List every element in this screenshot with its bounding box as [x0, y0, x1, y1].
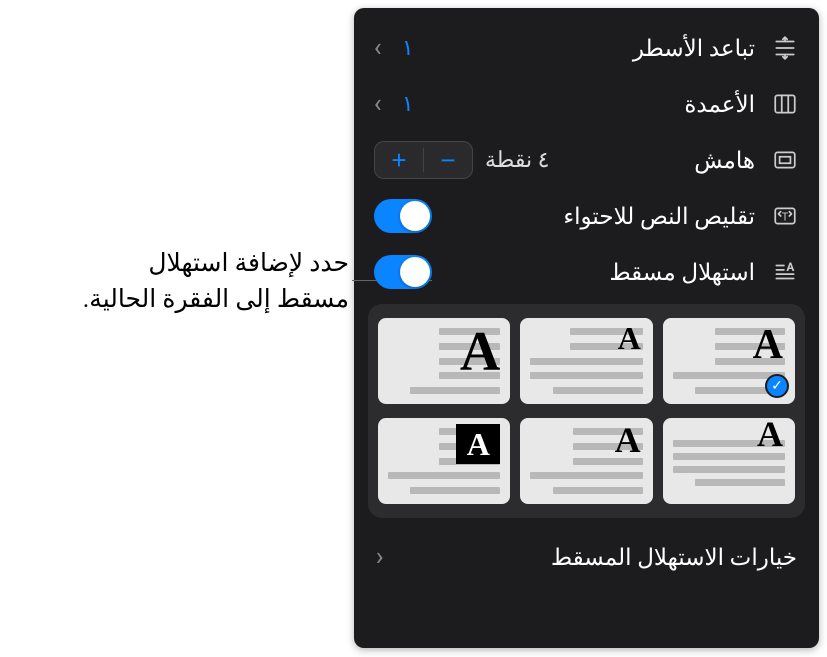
- margin-label: هامش: [694, 147, 755, 174]
- drop-cap-style-3[interactable]: A: [378, 318, 510, 404]
- columns-value: ١: [402, 92, 414, 117]
- drop-cap-options-label: خيارات الاستهلال المسقط: [551, 544, 797, 571]
- cap-letter: A: [618, 322, 641, 354]
- line-spacing-row[interactable]: تباعد الأسطر › ١: [354, 20, 819, 76]
- drop-cap-row: A استهلال مسقط: [354, 244, 819, 300]
- line-spacing-label: تباعد الأسطر: [633, 35, 755, 62]
- columns-row[interactable]: الأعمدة › ١: [354, 76, 819, 132]
- text-format-panel: تباعد الأسطر › ١ الأعمدة › ١ هامش: [354, 8, 819, 648]
- drop-cap-label: استهلال مسقط: [609, 259, 755, 286]
- shrink-text-icon: T: [771, 203, 799, 229]
- drop-cap-options-row[interactable]: خيارات الاستهلال المسقط ›: [354, 528, 819, 586]
- cap-letter: A: [757, 418, 783, 452]
- columns-icon: [771, 91, 799, 117]
- callout-line-2: مسقط إلى الفقرة الحالية.: [83, 282, 349, 318]
- drop-cap-toggle[interactable]: [374, 255, 432, 289]
- chevron-left-icon: ›: [376, 542, 384, 572]
- margin-row: هامش + − ٤ نقطة: [354, 132, 819, 188]
- margin-icon: [771, 147, 799, 173]
- drop-cap-style-5[interactable]: A: [520, 418, 652, 504]
- cap-letter-box: A: [456, 424, 500, 464]
- cap-letter: A: [460, 324, 500, 380]
- drop-cap-style-grid: A ✓ A A A A A: [368, 304, 805, 518]
- columns-label: الأعمدة: [684, 91, 755, 118]
- shrink-text-row: T تقليص النص للاحتواء: [354, 188, 819, 244]
- margin-value: ٤ نقطة: [485, 148, 549, 173]
- svg-text:T: T: [782, 210, 789, 223]
- margin-stepper: + −: [374, 141, 473, 179]
- drop-cap-style-2[interactable]: A: [520, 318, 652, 404]
- cap-letter: A: [615, 422, 641, 458]
- drop-cap-style-1[interactable]: A ✓: [663, 318, 795, 404]
- svg-text:A: A: [786, 260, 794, 274]
- drop-cap-style-6[interactable]: A: [378, 418, 510, 504]
- callout-line-1: حدد لإضافة استهلال: [83, 246, 349, 282]
- selected-check-icon: ✓: [765, 374, 789, 398]
- drop-cap-icon: A: [771, 259, 799, 285]
- margin-increase-button[interactable]: +: [375, 142, 423, 178]
- line-spacing-icon: [771, 35, 799, 61]
- chevron-left-icon: ›: [374, 89, 382, 119]
- chevron-left-icon: ›: [374, 33, 382, 63]
- callout-text: حدد لإضافة استهلال مسقط إلى الفقرة الحال…: [83, 246, 349, 319]
- shrink-text-toggle[interactable]: [374, 199, 432, 233]
- cap-letter: A: [753, 324, 783, 366]
- drop-cap-style-4[interactable]: A: [663, 418, 795, 504]
- line-spacing-value: ١: [402, 36, 414, 61]
- margin-decrease-button[interactable]: −: [424, 142, 472, 178]
- shrink-text-label: تقليص النص للاحتواء: [563, 203, 755, 230]
